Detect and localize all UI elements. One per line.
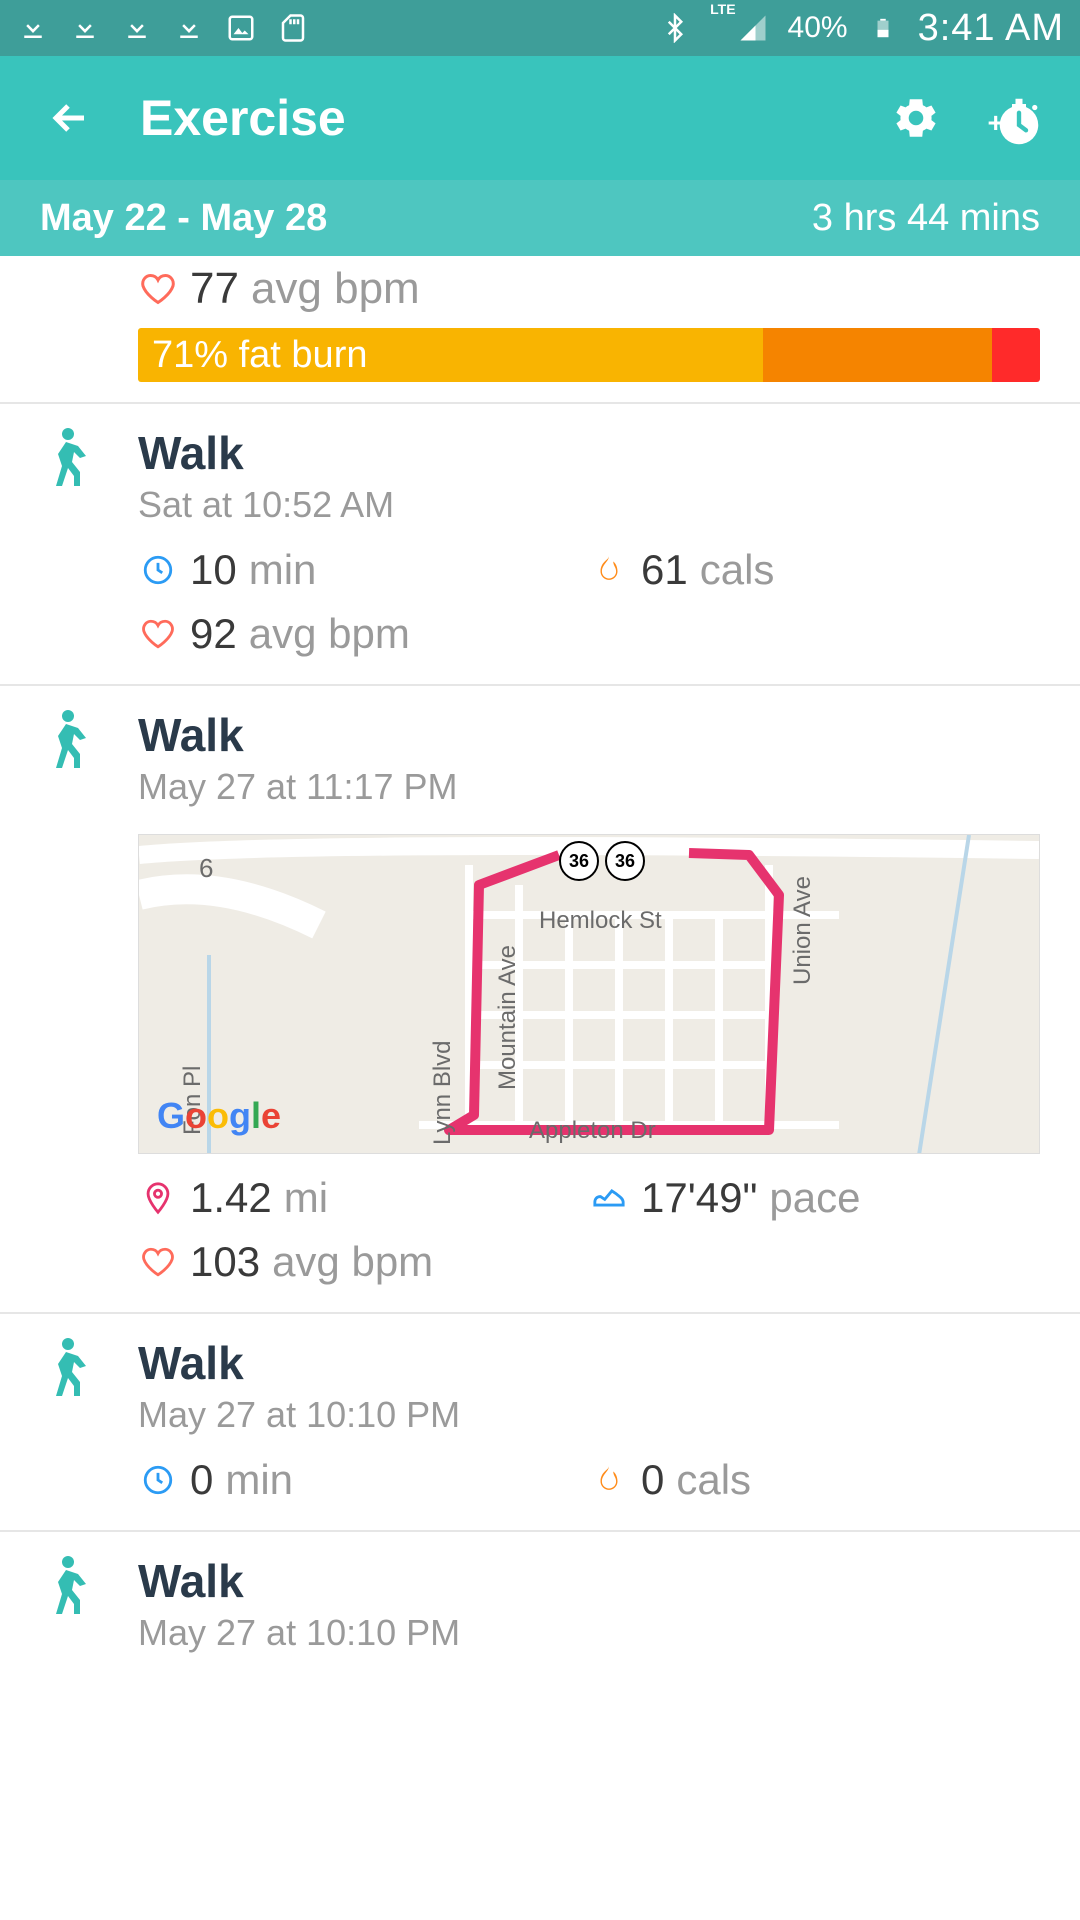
map-street-label: Union Ave	[789, 876, 817, 985]
clock-icon	[138, 550, 178, 590]
heart-icon	[138, 1242, 178, 1282]
pace-value: 17'49"	[641, 1174, 757, 1222]
app-header: Exercise +	[0, 56, 1080, 180]
cals-unit: cals	[676, 1456, 751, 1504]
pin-icon	[138, 1178, 178, 1218]
hr-unit: avg bpm	[272, 1238, 433, 1286]
bluetooth-icon	[658, 11, 692, 45]
download-icon	[120, 11, 154, 45]
hr-value: 92	[190, 610, 237, 658]
flame-icon	[589, 550, 629, 590]
route-map[interactable]: 36 36 6 Hemlock St Mountain Ave Union Av…	[138, 834, 1040, 1154]
walk-icon	[40, 1336, 138, 1504]
list-item[interactable]: Walk May 27 at 11:17 PM	[0, 686, 1080, 1312]
signal-icon	[736, 11, 770, 45]
cardio-segment	[763, 328, 992, 382]
map-street-label: Mountain Ave	[494, 945, 522, 1090]
flame-icon	[589, 1460, 629, 1500]
total-duration: 3 hrs 44 mins	[812, 197, 1040, 240]
duration-unit: min	[225, 1456, 293, 1504]
status-bar: LTE 40% 3:41 AM	[0, 0, 1080, 56]
walk-icon	[40, 1554, 138, 1654]
google-logo: Google	[157, 1095, 281, 1137]
distance-value: 1.42	[190, 1174, 272, 1222]
download-icon	[16, 11, 50, 45]
route-badge: 36	[605, 841, 645, 881]
battery-icon	[866, 11, 900, 45]
download-icon	[68, 11, 102, 45]
cals-value: 61	[641, 546, 688, 594]
fatburn-segment: 71% fat burn	[138, 328, 763, 382]
fat-burn-bar: 71% fat burn	[138, 328, 1040, 382]
hr-unit: avg bpm	[249, 610, 410, 658]
duration-value: 0	[190, 1456, 213, 1504]
back-button[interactable]	[40, 88, 100, 148]
heart-icon	[138, 614, 178, 654]
entry-title: Walk	[138, 1554, 1040, 1608]
entry-time: Sat at 10:52 AM	[138, 484, 1040, 526]
peak-segment	[992, 328, 1040, 382]
add-exercise-button[interactable]: +	[984, 90, 1040, 146]
date-range: May 22 - May 28	[40, 197, 327, 240]
entry-time: May 27 at 10:10 PM	[138, 1394, 1040, 1436]
map-street-label: Hemlock St	[539, 907, 662, 935]
list-item[interactable]: 77 avg bpm 71% fat burn	[0, 256, 1080, 402]
route-badge: 36	[559, 841, 599, 881]
entry-title: Walk	[138, 1336, 1040, 1390]
exercise-list[interactable]: 77 avg bpm 71% fat burn Walk Sat at 10:5…	[0, 256, 1080, 1654]
sd-card-icon	[276, 11, 310, 45]
map-street-label: Lynn Blvd	[429, 1040, 457, 1145]
hr-value: 77	[190, 264, 239, 314]
entry-title: Walk	[138, 708, 1040, 762]
map-street-label: 6	[199, 853, 213, 884]
duration-unit: min	[249, 546, 317, 594]
list-item[interactable]: Walk Sat at 10:52 AM 10 min 61 cals 92 a…	[0, 404, 1080, 684]
status-time: 3:41 AM	[918, 7, 1064, 50]
settings-button[interactable]	[888, 90, 944, 146]
entry-time: May 27 at 11:17 PM	[138, 766, 1040, 808]
walk-icon	[40, 708, 138, 1286]
map-street-label: Appleton Dr	[529, 1117, 656, 1145]
cals-unit: cals	[700, 546, 775, 594]
week-summary-bar[interactable]: May 22 - May 28 3 hrs 44 mins	[0, 180, 1080, 256]
battery-percent: 40%	[788, 11, 848, 45]
list-item[interactable]: Walk May 27 at 10:10 PM 0 min 0 cals	[0, 1314, 1080, 1530]
clock-icon	[138, 1460, 178, 1500]
lte-label: LTE	[710, 1, 735, 17]
pace-unit: pace	[769, 1174, 860, 1222]
download-icon	[172, 11, 206, 45]
hr-value: 103	[190, 1238, 260, 1286]
image-icon	[224, 11, 258, 45]
list-item[interactable]: Walk May 27 at 10:10 PM	[0, 1532, 1080, 1654]
distance-unit: mi	[284, 1174, 328, 1222]
heart-icon	[138, 269, 178, 309]
shoe-icon	[589, 1178, 629, 1218]
duration-value: 10	[190, 546, 237, 594]
hr-unit: avg bpm	[251, 264, 420, 314]
entry-time: May 27 at 10:10 PM	[138, 1612, 1040, 1654]
page-title: Exercise	[140, 89, 346, 147]
svg-text:+: +	[988, 107, 1004, 138]
walk-icon	[40, 426, 138, 658]
cals-value: 0	[641, 1456, 664, 1504]
entry-title: Walk	[138, 426, 1040, 480]
